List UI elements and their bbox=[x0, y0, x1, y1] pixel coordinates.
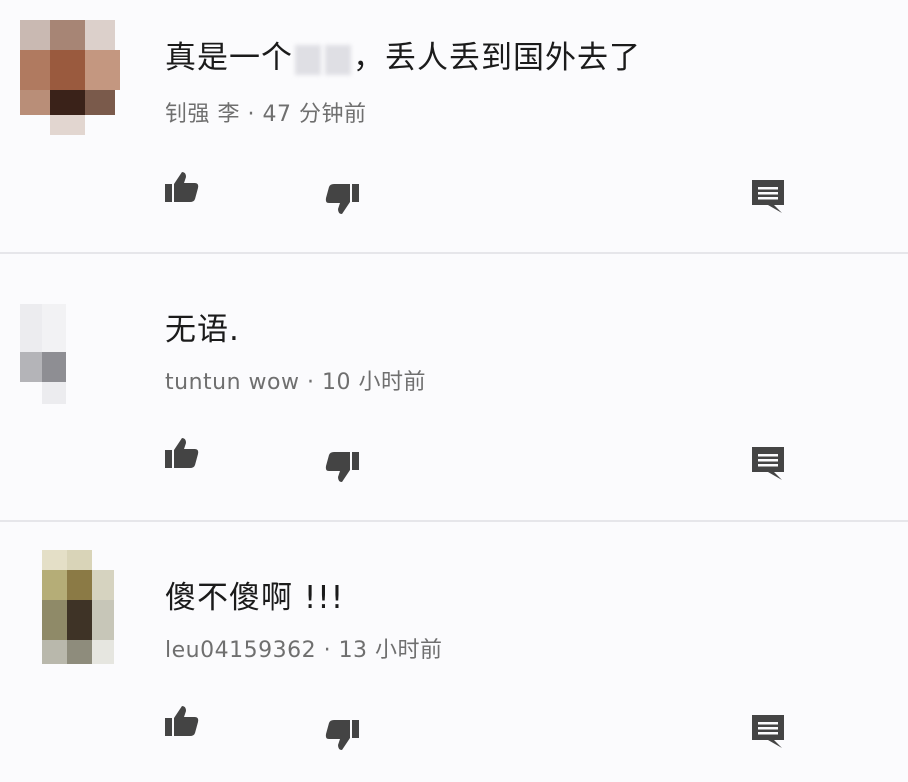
thumbs-up-icon bbox=[165, 438, 199, 468]
dislike-button[interactable] bbox=[322, 178, 362, 218]
comment-author[interactable]: leu04159362 bbox=[165, 638, 316, 663]
meta-separator: · bbox=[299, 370, 322, 395]
comment-reply-icon bbox=[752, 715, 784, 748]
comment-reply-icon bbox=[752, 180, 784, 213]
comment-timestamp[interactable]: 47 分钟前 bbox=[262, 102, 366, 127]
comment-text-part: ，丢人丢到国外去了 bbox=[353, 40, 641, 76]
comment-author[interactable]: tuntun wow bbox=[165, 370, 299, 395]
comment-text: 傻不傻啊 !!! bbox=[165, 580, 345, 616]
avatar[interactable] bbox=[20, 550, 130, 670]
comment-item: 无语. tuntun wow · 10 小时前 bbox=[0, 254, 908, 520]
reply-button[interactable] bbox=[748, 442, 788, 482]
avatar[interactable] bbox=[20, 304, 130, 424]
avatar[interactable] bbox=[20, 20, 130, 140]
thumbs-down-icon bbox=[325, 452, 359, 482]
censored-word bbox=[295, 44, 321, 75]
comment-meta: 钊强 李 · 47 分钟前 bbox=[165, 96, 366, 128]
like-button[interactable] bbox=[162, 702, 202, 742]
comment-timestamp[interactable]: 10 小时前 bbox=[322, 370, 426, 395]
comment-meta: tuntun wow · 10 小时前 bbox=[165, 364, 426, 396]
comment-text: 真是一个 ，丢人丢到国外去了 bbox=[165, 32, 641, 77]
like-button[interactable] bbox=[162, 434, 202, 474]
meta-separator: · bbox=[240, 102, 263, 127]
comment-item: 真是一个 ，丢人丢到国外去了 钊强 李 · 47 分钟前 bbox=[0, 0, 908, 252]
comment-item: 傻不傻啊 !!! leu04159362 · 13 小时前 bbox=[0, 522, 908, 782]
reply-button[interactable] bbox=[748, 175, 788, 215]
comment-reply-icon bbox=[752, 447, 784, 480]
comment-text-part: 真是一个 bbox=[165, 40, 293, 76]
censored-word bbox=[325, 44, 351, 75]
comment-text: 无语. bbox=[165, 312, 240, 348]
meta-separator: · bbox=[316, 638, 339, 663]
dislike-button[interactable] bbox=[322, 714, 362, 754]
thumbs-up-icon bbox=[165, 706, 199, 736]
dislike-button[interactable] bbox=[322, 446, 362, 486]
comment-meta: leu04159362 · 13 小时前 bbox=[165, 632, 443, 664]
like-button[interactable] bbox=[162, 168, 202, 208]
reply-button[interactable] bbox=[748, 710, 788, 750]
thumbs-down-icon bbox=[325, 184, 359, 214]
comment-author[interactable]: 钊强 李 bbox=[165, 102, 240, 127]
comment-timestamp[interactable]: 13 小时前 bbox=[339, 638, 443, 663]
thumbs-down-icon bbox=[325, 720, 359, 750]
thumbs-up-icon bbox=[165, 172, 199, 202]
